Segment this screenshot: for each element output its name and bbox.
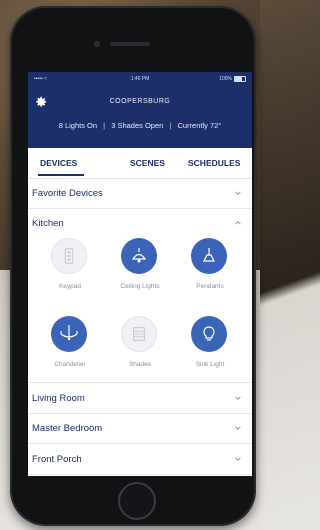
device-keypad[interactable]: Keypad xyxy=(35,238,105,300)
device-label: Shades xyxy=(128,361,152,368)
current-temperature: Currently 72° xyxy=(177,121,222,130)
device-toggle xyxy=(121,316,157,352)
device-label: Ceiling Lights xyxy=(120,283,160,290)
home-summary: 8 Lights On | 3 Shades Open | Currently … xyxy=(28,121,252,130)
pendant-icon xyxy=(203,248,215,262)
section-kitchen[interactable]: Kitchen xyxy=(28,208,252,238)
chevron-down-icon xyxy=(235,457,241,461)
tab-devices[interactable]: DEVICES xyxy=(40,158,77,168)
tab-bar: DEVICES SCENES SCHEDULES xyxy=(28,148,252,179)
chevron-down-icon xyxy=(235,396,241,400)
device-toggle xyxy=(191,316,227,352)
device-shades[interactable]: Shades xyxy=(105,316,175,378)
section-master-bedroom[interactable]: Master Bedroom xyxy=(28,413,252,444)
chandelier-icon xyxy=(60,325,78,341)
active-tab-indicator xyxy=(38,174,84,176)
home-button[interactable] xyxy=(118,482,156,520)
device-sink-light[interactable]: Sink Light xyxy=(175,316,245,378)
battery-indicator: 100% xyxy=(219,76,246,82)
device-toggle xyxy=(191,238,227,274)
app-header: ••••• ≈ 1:40 PM 100% COOPERSBURG 8 Light… xyxy=(28,72,252,148)
status-bar: ••••• ≈ 1:40 PM 100% xyxy=(28,76,252,86)
battery-icon xyxy=(234,76,246,82)
section-label: Living Room xyxy=(32,393,85,404)
tab-scenes[interactable]: SCENES xyxy=(130,158,165,168)
lights-on-count: 8 Lights On xyxy=(58,121,98,130)
ceiling-light-icon xyxy=(131,248,147,263)
section-living-room[interactable]: Living Room xyxy=(28,382,252,414)
battery-percent: 100% xyxy=(219,76,232,82)
device-label: Chandelier xyxy=(54,361,86,368)
section-label: Favorite Devices xyxy=(32,188,103,199)
chevron-up-icon xyxy=(235,221,241,225)
earpiece-speaker xyxy=(110,42,150,46)
device-toggle xyxy=(51,238,87,274)
section-favorite-devices[interactable]: Favorite Devices xyxy=(28,178,252,209)
bulb-icon xyxy=(203,326,215,341)
device-toggle xyxy=(51,316,87,352)
device-label: Pendants xyxy=(196,283,224,290)
device-toggle xyxy=(121,238,157,274)
app-screen: ••••• ≈ 1:40 PM 100% COOPERSBURG 8 Light… xyxy=(28,72,252,476)
tab-schedules[interactable]: SCHEDULES xyxy=(188,158,240,168)
front-camera xyxy=(94,41,100,47)
section-label: Master Bedroom xyxy=(32,423,103,434)
section-label: Kitchen xyxy=(32,218,64,229)
summary-divider: | xyxy=(103,121,106,130)
device-pendants[interactable]: Pendants xyxy=(175,238,245,300)
device-ceiling-lights[interactable]: Ceiling Lights xyxy=(105,238,175,300)
section-front-porch[interactable]: Front Porch xyxy=(28,444,252,475)
phone-frame: ••••• ≈ 1:40 PM 100% COOPERSBURG 8 Light… xyxy=(10,6,256,526)
shades-open-count: 3 Shades Open xyxy=(111,121,164,130)
device-label: Sink Light xyxy=(195,361,225,368)
home-title: COOPERSBURG xyxy=(109,98,171,105)
device-chandelier[interactable]: Chandelier xyxy=(35,316,105,378)
summary-divider: | xyxy=(169,121,172,130)
section-label: Front Porch xyxy=(32,454,82,465)
chevron-down-icon xyxy=(235,191,241,195)
chevron-down-icon xyxy=(235,426,241,430)
device-label: Keypad xyxy=(58,283,82,290)
keypad-icon xyxy=(64,248,74,264)
kitchen-device-grid: Keypad Ceiling Lights Pendants Chandelie… xyxy=(28,238,252,382)
shade-icon xyxy=(133,327,145,341)
